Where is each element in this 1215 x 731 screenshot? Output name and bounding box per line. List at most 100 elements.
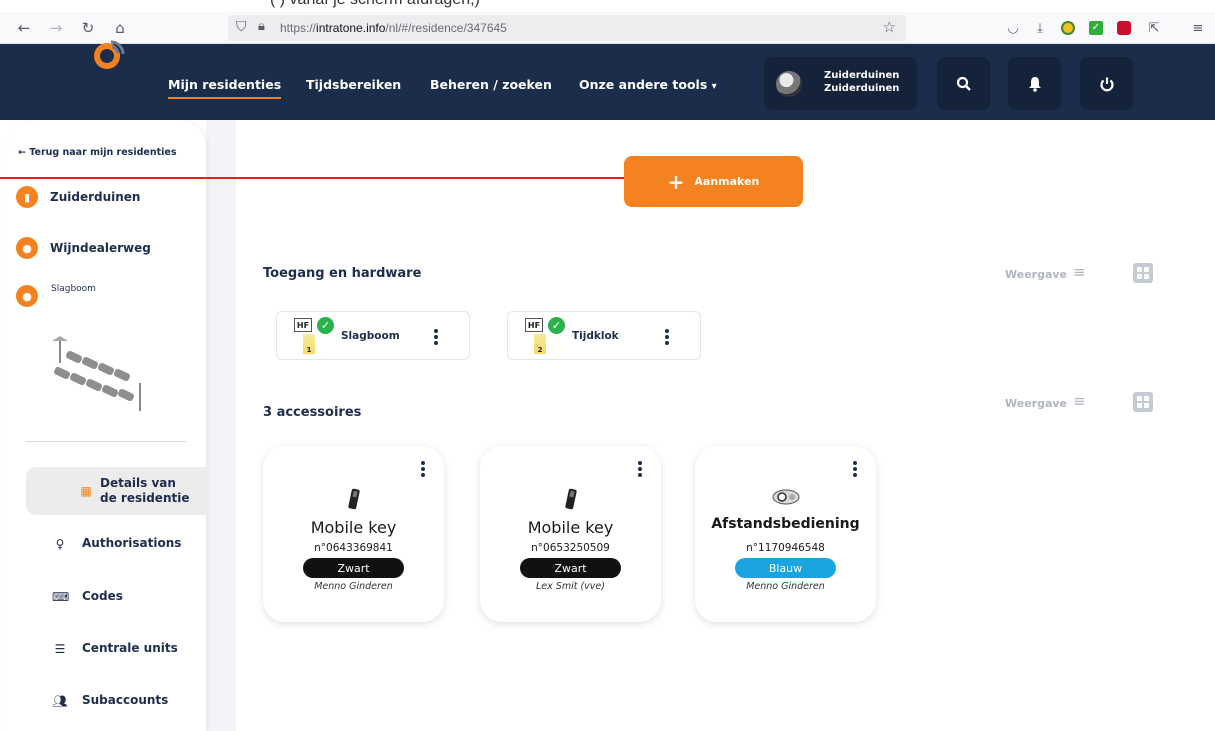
sidebar-item-centrale-units[interactable]: ☰ Centrale units <box>52 641 178 656</box>
accessory-card[interactable]: Mobile key n°0643369841 Zwart Menno Gind… <box>263 446 444 622</box>
sidebar-item-label: Authorisations <box>82 536 182 550</box>
avatar <box>776 71 802 97</box>
sidebar-item-label: Codes <box>82 589 123 603</box>
color-badge: Blauw <box>735 558 836 578</box>
color-badge: Zwart <box>303 558 404 578</box>
search-button[interactable] <box>937 57 990 110</box>
plus-icon: + <box>667 169 685 194</box>
tag-icon: 2 <box>534 334 546 354</box>
accessory-title: Afstandsbediening <box>711 516 860 532</box>
nav-beheren-zoeken[interactable]: Beheren / zoeken <box>430 77 552 92</box>
chat-bubble-icon: ● <box>16 285 38 307</box>
remote-control-icon <box>695 488 876 512</box>
nav-tijdsbereiken[interactable]: Tijdsbereiken <box>306 77 401 92</box>
kebab-menu-icon[interactable] <box>852 461 858 477</box>
share-icon[interactable]: ⇱ <box>1144 18 1164 38</box>
kebab-menu-icon[interactable] <box>637 461 643 477</box>
download-icon[interactable]: ⤓ <box>1030 18 1050 38</box>
nav-label: Onze andere tools <box>579 77 708 92</box>
notifications-button[interactable] <box>1008 57 1061 110</box>
power-icon <box>1099 77 1114 91</box>
server-icon: ☰ <box>54 641 66 656</box>
create-button[interactable]: + Aanmaken <box>624 156 803 207</box>
sidebar-item-details[interactable]: ▦ Details van de residentie <box>78 476 196 506</box>
bell-icon <box>1028 76 1041 92</box>
browser-toolbar: ← → ↻ ⌂ ⛉ 🔒︎ https://intratone.info/nl/#… <box>0 12 1215 44</box>
search-icon <box>956 76 971 91</box>
location-slagboom-icon-row[interactable]: ● <box>16 285 38 307</box>
sidebar-item-subaccounts[interactable]: 👥︎ Subaccounts <box>52 693 168 708</box>
kebab-menu-icon[interactable] <box>433 329 439 345</box>
check-icon: ✓ <box>548 317 565 334</box>
location-label: Zuiderduinen <box>50 190 141 204</box>
home-icon[interactable]: ⌂ <box>110 18 130 38</box>
kebab-menu-icon[interactable] <box>420 461 426 477</box>
pocket-icon[interactable]: ◡ <box>1003 18 1023 38</box>
user-account-box[interactable]: Zuiderduinen Zuiderduinen <box>764 57 917 110</box>
map-pin-icon: ● <box>16 237 38 259</box>
parking-illustration <box>52 336 141 411</box>
nav-mijn-residenties[interactable]: Mijn residenties <box>168 77 282 99</box>
url-text: https://intratone.info/nl/#/residence/34… <box>280 21 507 35</box>
bookmark-icon: ▮ <box>16 186 38 208</box>
sidebar-item-authorisations[interactable]: ♀ Authorisations <box>52 536 182 551</box>
star-icon[interactable]: ☆ <box>883 18 896 36</box>
user-name: Zuiderduinen Zuiderduinen <box>824 69 899 95</box>
chevron-down-icon: ▾ <box>711 81 717 92</box>
phone-icon <box>480 488 661 512</box>
hardware-card-tijdklok[interactable]: HF 2 ✓ Tijdklok <box>507 311 701 360</box>
phone-icon <box>263 488 444 512</box>
forward-arrow-icon[interactable]: → <box>46 18 66 38</box>
annotation-line <box>0 177 648 179</box>
create-button-label: Aanmaken <box>694 175 760 188</box>
back-arrow-icon[interactable]: ← <box>14 18 34 38</box>
accessory-owner: Menno Ginderen <box>746 581 825 592</box>
sub-location-label: Slagboom <box>51 284 96 294</box>
user-name-line1: Zuiderduinen <box>824 70 900 81</box>
extension-badge-icon[interactable] <box>1058 18 1078 38</box>
building-icon: ▦ <box>80 484 92 498</box>
grid-view-icon[interactable] <box>1133 392 1153 412</box>
address-bar[interactable]: ⛉ 🔒︎ https://intratone.info/nl/#/residen… <box>228 15 906 41</box>
lock-icon: 🔒︎ <box>258 19 265 34</box>
kebab-menu-icon[interactable] <box>664 329 670 345</box>
list-view-icon[interactable]: ≡ <box>1073 263 1086 281</box>
users-icon: 👥︎ <box>52 693 68 708</box>
location-label: Wijndealerweg <box>50 241 151 255</box>
nav-onze-andere-tools[interactable]: Onze andere tools ▾ <box>579 77 717 92</box>
grid-view-icon[interactable] <box>1133 263 1153 283</box>
accessory-number: n°0653250509 <box>531 542 610 554</box>
location-wijndealerweg[interactable]: ● Wijndealerweg <box>16 237 151 259</box>
view-label: Weergave <box>1005 397 1068 410</box>
clipped-caption: ( ) vanaf je scherm afdragen,) <box>0 0 1215 12</box>
menu-icon[interactable]: ≡ <box>1188 18 1208 38</box>
accessory-card[interactable]: Afstandsbediening n°1170946548 Blauw Men… <box>695 446 876 622</box>
list-view-icon[interactable]: ≡ <box>1073 392 1086 410</box>
shield-icon: ⛉ <box>236 19 247 35</box>
back-link-label: Terug naar mijn residenties <box>29 147 177 158</box>
sidebar-item-label: Centrale units <box>82 641 178 655</box>
shield-extension-icon[interactable] <box>1114 18 1134 38</box>
accessories-section-title: 3 accessoires <box>263 405 362 420</box>
hardware-section-title: Toegang en hardware <box>263 266 422 281</box>
check-icon: ✓ <box>317 317 334 334</box>
intratone-logo[interactable] <box>92 37 126 71</box>
main-content <box>206 120 1215 731</box>
hardware-card-slagboom[interactable]: HF 1 ✓ Slagboom <box>276 311 470 360</box>
sidebar-divider <box>26 441 186 442</box>
hardware-name: Tijdklok <box>572 330 619 342</box>
user-name-line2: Zuiderduinen <box>824 83 900 94</box>
accessory-owner: Menno Ginderen <box>314 581 393 592</box>
content-gutter <box>206 120 236 731</box>
location-zuiderduinen[interactable]: ▮ Zuiderduinen <box>16 186 140 208</box>
logout-button[interactable] <box>1080 57 1133 110</box>
lightbulb-icon: ♀ <box>55 536 65 551</box>
checkbox-extension-icon[interactable]: ✓ <box>1086 18 1106 38</box>
sidebar-item-label: Subaccounts <box>82 693 169 707</box>
accessory-card[interactable]: Mobile key n°0653250509 Zwart Lex Smit (… <box>480 446 661 622</box>
back-to-residences-link[interactable]: ← Terug naar mijn residenties <box>18 147 177 158</box>
reload-icon[interactable]: ↻ <box>78 18 98 38</box>
sidebar-item-codes[interactable]: ⌨ Codes <box>52 589 123 604</box>
keyboard-icon: ⌨ <box>52 589 70 604</box>
tag-icon: 1 <box>303 334 315 354</box>
